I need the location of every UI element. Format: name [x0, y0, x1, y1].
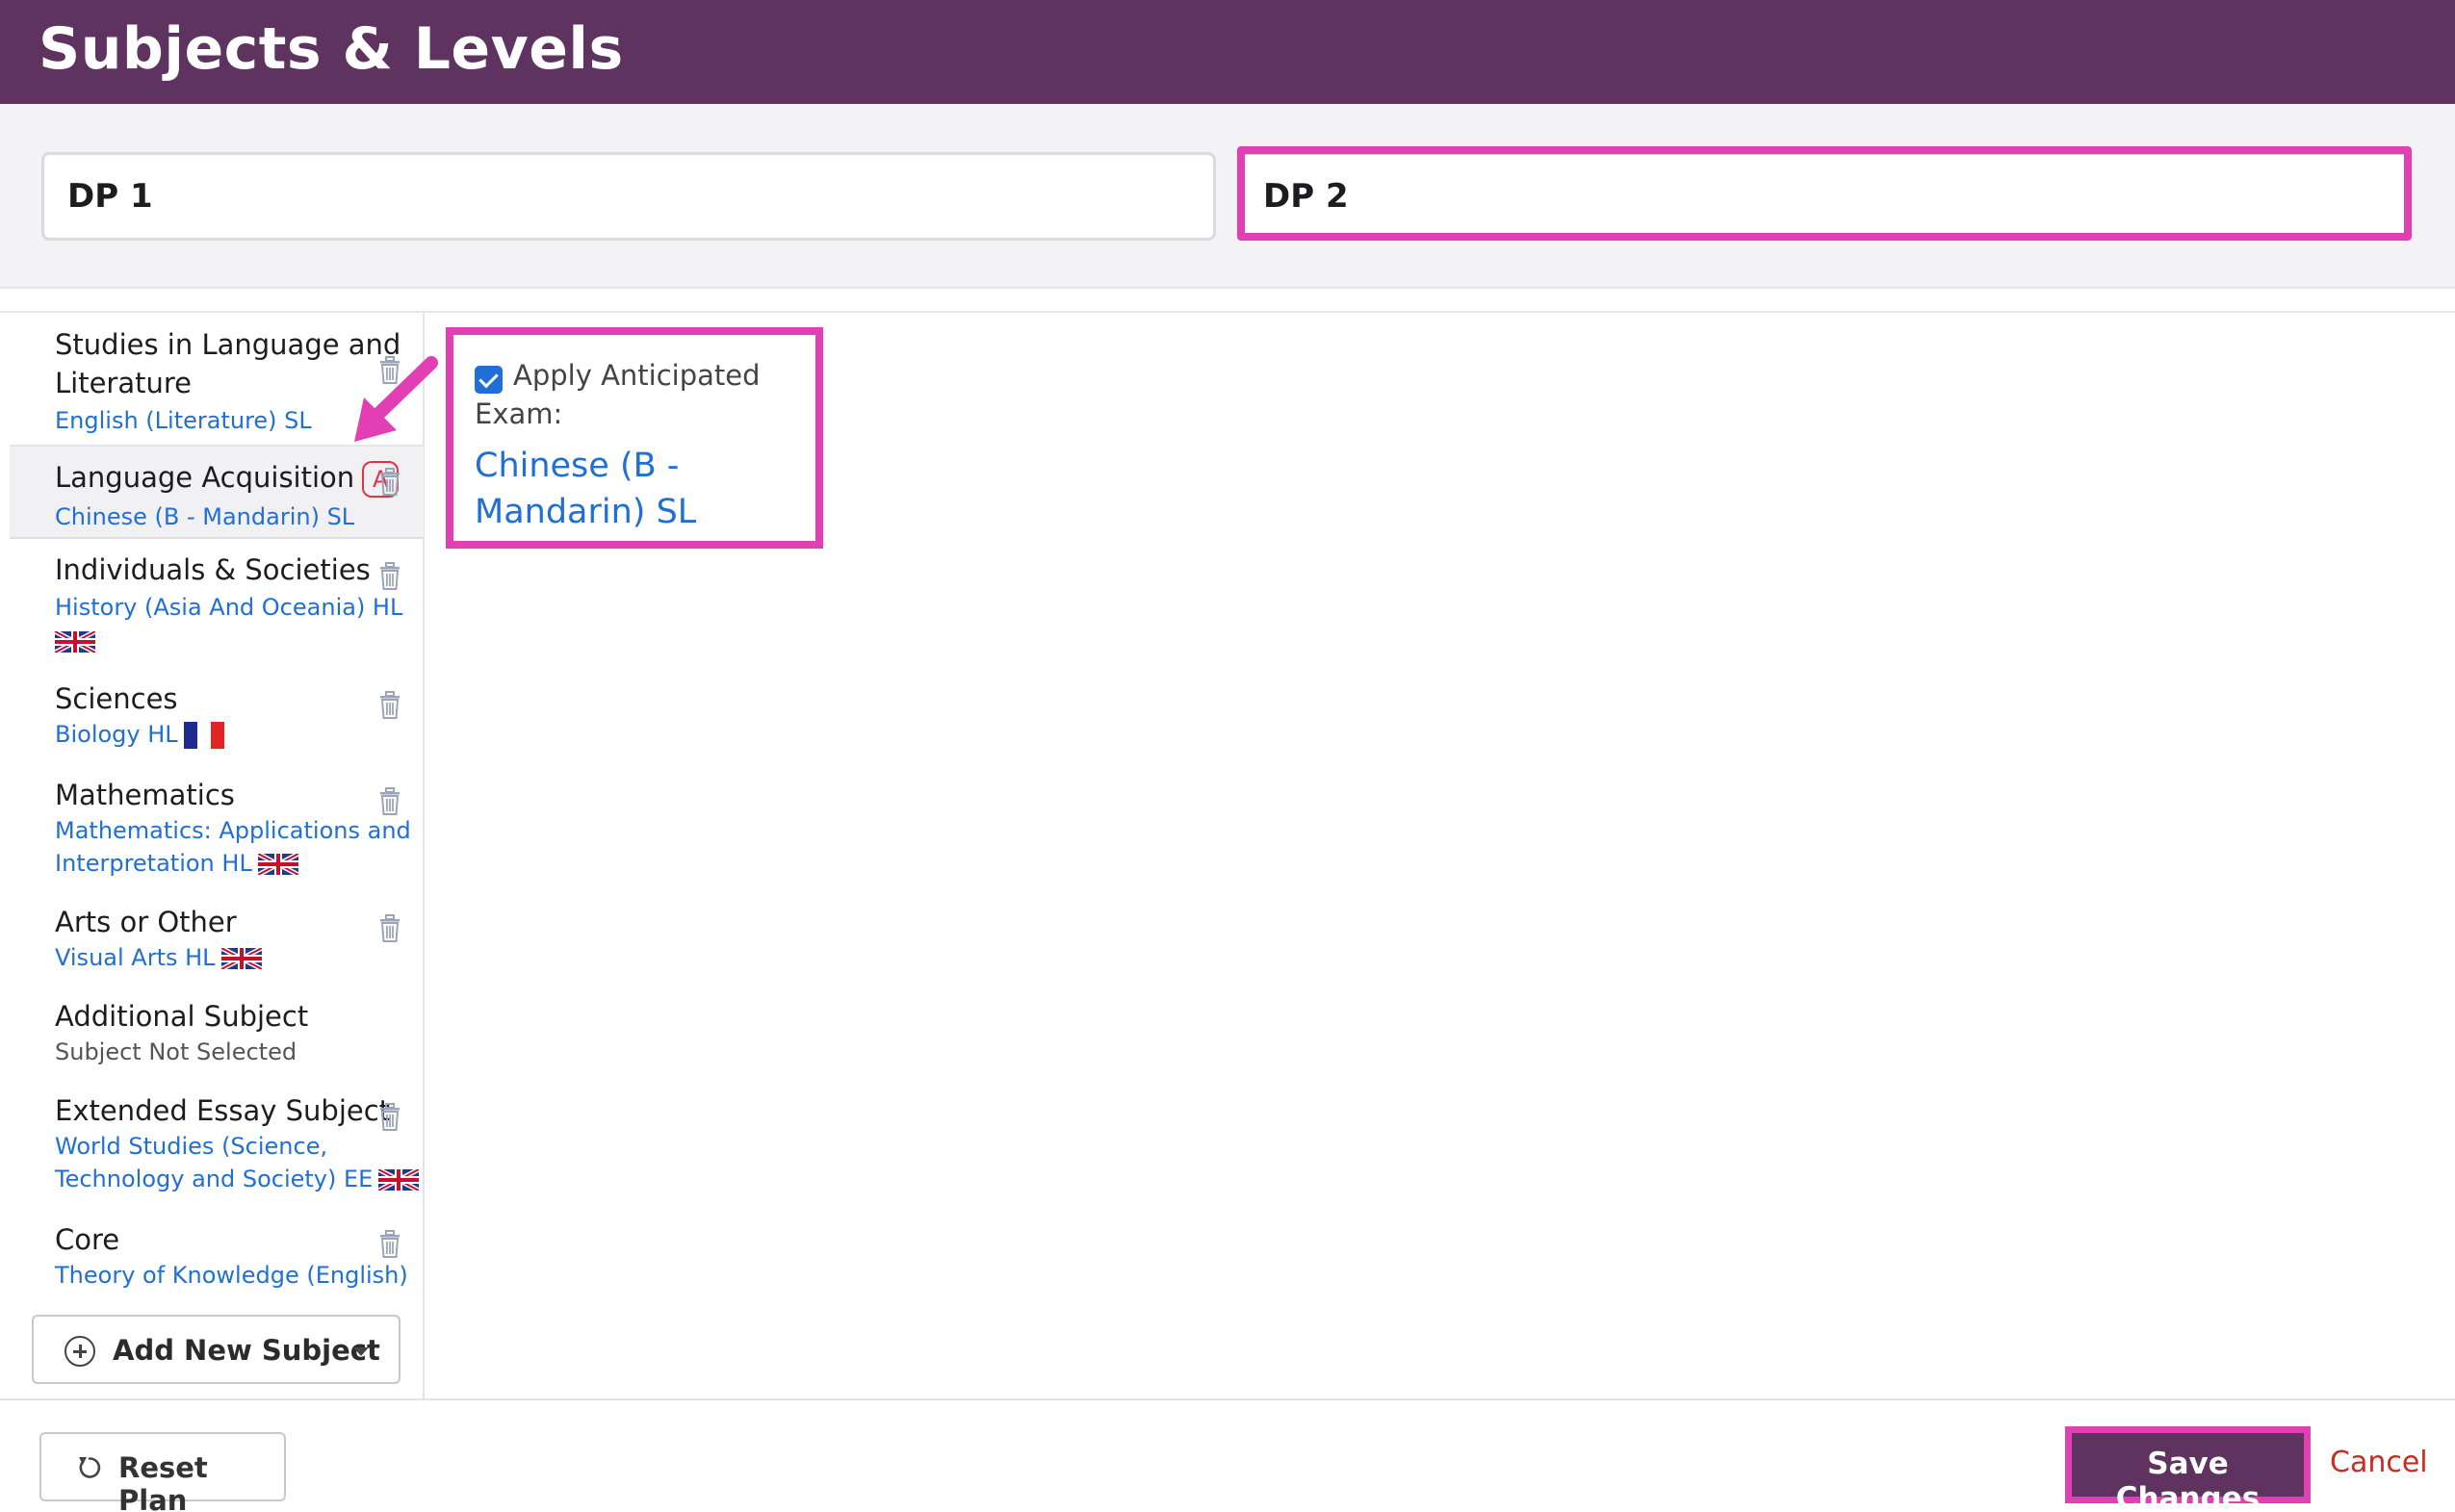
sidebar-item-title: Language Acquisition — [55, 461, 355, 494]
sidebar-item-subject-row: Technology and Society) EE — [55, 1163, 420, 1195]
trash-icon[interactable] — [377, 562, 402, 591]
sidebar-item-subject: Biology HL — [55, 721, 178, 748]
save-changes-button[interactable]: Save Changes — [2065, 1426, 2311, 1512]
trash-icon[interactable] — [377, 787, 402, 816]
tab-dp1[interactable]: DP 1 — [41, 152, 1216, 241]
sidebar-item-title: Extended Essay Subject — [55, 1094, 391, 1127]
sidebar-item-subject: English (Literature) SL — [55, 407, 312, 434]
sidebar-item-subject-row: Interpretation HL — [55, 847, 298, 880]
trash-icon[interactable] — [377, 1103, 402, 1132]
uk-flag-icon — [220, 948, 262, 969]
anticipated-exam-card: Apply Anticipated Exam: Chinese (B - Man… — [446, 327, 823, 549]
sidebar-item-mathematics[interactable]: Mathematics Mathematics: Applications an… — [10, 770, 424, 885]
tab-dp2[interactable]: DP 2 — [1237, 152, 2412, 241]
sidebar-item-title: Individuals & Societies — [55, 553, 371, 586]
sidebar-item-title: Additional Subject — [55, 1000, 309, 1033]
sidebar-item-individuals-societies[interactable]: Individuals & Societies History (Asia An… — [10, 547, 424, 662]
sidebar-item-language-acquisition[interactable]: Language Acquisition A Chinese (B - Manda… — [10, 445, 424, 539]
caret-down-icon — [353, 1347, 369, 1356]
sidebar-item-subject-line2: Interpretation HL — [55, 850, 252, 877]
sidebar-item-subject: Chinese (B - Mandarin) SL — [55, 503, 355, 530]
sidebar-item-extended-essay[interactable]: Extended Essay Subject World Studies (Sc… — [10, 1088, 424, 1203]
sidebar-item-subject-line2: Technology and Society) EE — [55, 1166, 374, 1192]
app-header: Subjects & Levels — [0, 0, 2455, 104]
sidebar-item-additional-subject[interactable]: Additional Subject Subject Not Selected — [10, 993, 424, 1080]
add-new-subject-button[interactable]: Add New Subject — [32, 1315, 401, 1384]
checkbox-label: Apply Anticipated — [513, 359, 761, 392]
sidebar-item-subject-row: Visual Arts HL — [55, 941, 262, 974]
trash-icon[interactable] — [377, 691, 402, 720]
sidebar-item-title: Arts or Other — [55, 906, 237, 938]
sidebar-item-title: Mathematics — [55, 779, 235, 811]
page-title: Subjects & Levels — [39, 15, 624, 83]
sidebar-item-subject: Subject Not Selected — [55, 1038, 297, 1065]
sidebar-item-title-row: Language Acquisition A — [55, 458, 400, 498]
reset-plan-button[interactable]: Reset Plan — [39, 1432, 286, 1512]
annotation-arrow-icon — [354, 356, 438, 442]
cancel-link[interactable]: Cancel — [2330, 1446, 2428, 1479]
reset-icon — [79, 1457, 101, 1478]
subject-link-line1: Chinese (B - — [475, 447, 680, 485]
sidebar-item-title: Sciences — [55, 682, 178, 715]
subject-link[interactable]: Chinese (B - Mandarin) SL — [475, 443, 802, 535]
sidebar-item-title: Core — [55, 1223, 120, 1256]
page: Subjects & Levels DP 1 DP 2 Studies in L… — [0, 0, 2455, 1512]
sidebar-item-subject: Mathematics: Applications and — [55, 817, 411, 844]
footer-divider — [0, 1398, 2455, 1400]
sidebar-item-subject-row: Biology HL — [55, 718, 224, 751]
add-new-subject-label: Add New Subject — [113, 1334, 380, 1367]
reset-plan-label: Reset Plan — [118, 1451, 208, 1512]
subject-link-line2: Mandarin) SL — [475, 493, 697, 531]
trash-icon[interactable] — [377, 1230, 402, 1259]
uk-flag-icon — [55, 631, 95, 653]
checkbox-label-line2: Exam: — [475, 397, 563, 430]
france-flag-icon — [183, 722, 224, 749]
sidebar-item-subject: Theory of Knowledge (English) — [55, 1262, 408, 1289]
trash-icon[interactable] — [377, 914, 402, 943]
apply-anticipated-checkbox[interactable] — [475, 366, 503, 394]
save-changes-label: Save Changes — [2115, 1447, 2261, 1512]
plus-circle-icon — [65, 1336, 95, 1367]
sidebar-item-arts-other[interactable]: Arts or Other Visual Arts HL — [10, 897, 424, 984]
sidebar-item-title-line2: Literature — [55, 367, 192, 399]
uk-flag-icon — [257, 854, 298, 875]
sidebar-item-subject: History (Asia And Oceania) HL — [55, 594, 403, 621]
uk-flag-icon — [378, 1169, 420, 1191]
sidebar-item-core[interactable]: Core Theory of Knowledge (English) — [10, 1217, 424, 1303]
sidebar-item-subject: World Studies (Science, — [55, 1133, 328, 1160]
trash-icon[interactable] — [377, 468, 402, 497]
sidebar-item-subject: Visual Arts HL — [55, 944, 216, 971]
sidebar-item-sciences[interactable]: Sciences Biology HL — [10, 674, 424, 760]
